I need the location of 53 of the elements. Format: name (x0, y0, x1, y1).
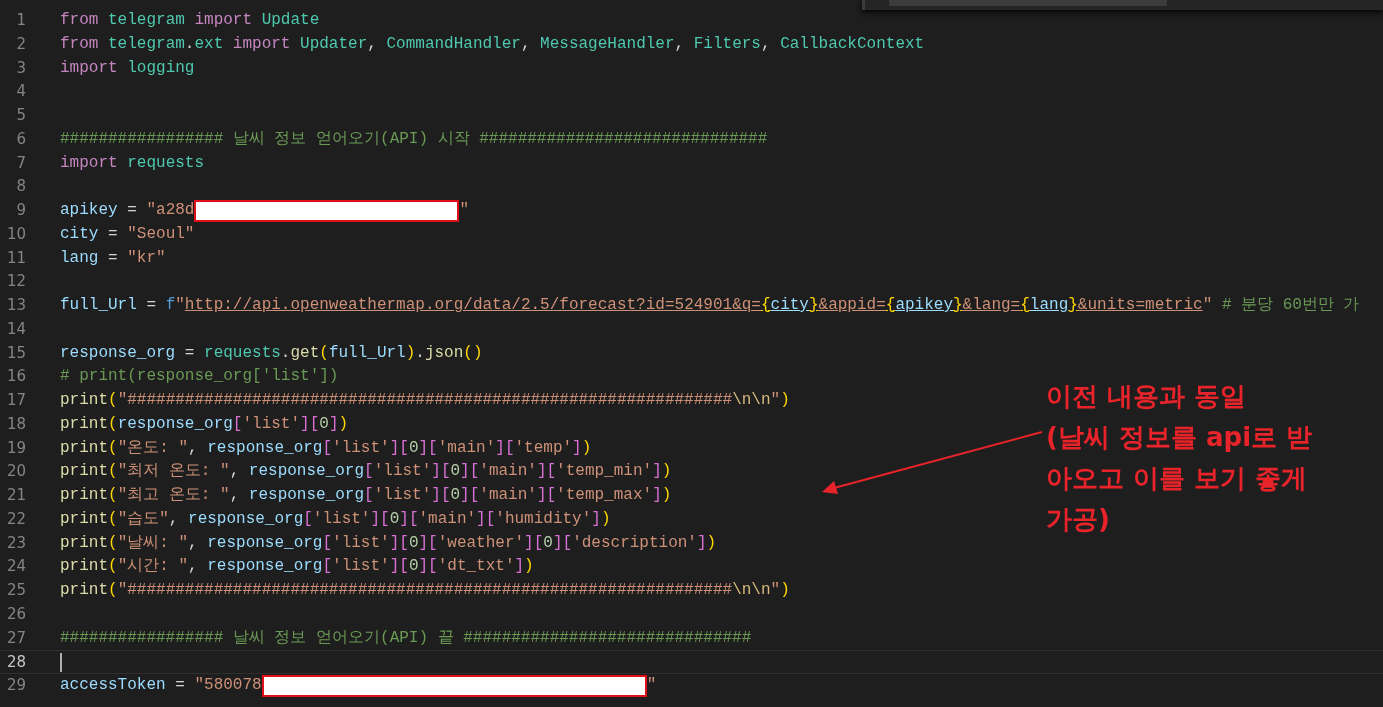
line-number: 15 (5, 342, 26, 364)
code-line: response_org = requests.get(full_Url).json() (60, 342, 483, 364)
line-number: 27 (5, 627, 26, 649)
code-line: print("###############################################################\n\n") (60, 390, 790, 411)
code-line: print("날씨: ", response_org['list'][0]['weather'][0]['description']) (60, 532, 717, 554)
line-number: 26 (5, 603, 26, 625)
code-line: print("시간: ", response_org['list'][0]['dt_txt']) (60, 556, 534, 578)
line-number: 8 (15, 176, 26, 198)
line-number: 22 (5, 508, 26, 530)
line-number: 17 (5, 390, 26, 411)
code-line: print("최저 온도: ", response_org['list'][0]['main']['temp_min']) (60, 461, 672, 483)
line-number: 10 (5, 223, 26, 245)
annotation-text: 이전 내용과 동일 (날씨 정보를 api로 받 아오고 이를 보기 좋게 가공) (1046, 380, 1313, 536)
code-line: print("최고 온도: ", response_org['list'][0]['main']['temp_max']) (60, 485, 672, 506)
line-number: 20 (5, 461, 26, 483)
code-line: ################# 날씨 정보 얻어오기(API) 끝 ############################## (60, 627, 752, 649)
text-cursor (60, 653, 62, 673)
line-number: 9 (15, 200, 26, 221)
line-number: 19 (5, 437, 26, 459)
line-number: 2 (15, 33, 26, 55)
line-number: 16 (5, 366, 26, 388)
line-number: 12 (5, 271, 26, 293)
code-line: # print(response_org['list']) (60, 366, 339, 388)
code-line: city = "Seoul" (60, 223, 195, 245)
code-line: lang = "kr" (60, 247, 166, 269)
code-line: print(response_org['list'][0]) (60, 413, 349, 435)
code-line: print("온도: ", response_org['list'][0]['main']['temp']) (60, 437, 592, 459)
code-line: import requests (60, 152, 205, 174)
line-number: 3 (15, 57, 26, 79)
line-number: 18 (5, 413, 26, 435)
line-number: 24 (5, 556, 26, 578)
line-number: 6 (15, 128, 26, 150)
code-line: print("습도", response_org['list'][0]['main']['humidity']) (60, 508, 611, 530)
line-number: 1 (15, 10, 26, 31)
line-number: 5 (15, 105, 26, 126)
line-number: 13 (5, 295, 26, 316)
line-number: 28 (5, 652, 26, 673)
line-number: 21 (5, 485, 26, 506)
line-number: 14 (5, 318, 26, 340)
code-line: print("###############################################################\n\n") (60, 580, 790, 601)
code-line: import logging (60, 57, 195, 79)
line-number: 23 (5, 532, 26, 554)
code-line: from telegram import Update (60, 10, 320, 31)
code-line: ################# 날씨 정보 얻어오기(API) 시작 ############################## (60, 128, 768, 150)
line-number: 29 (5, 675, 26, 696)
line-number: 4 (15, 81, 26, 103)
line-number: 7 (15, 152, 26, 174)
code-line: from telegram.ext import Updater, CommandHandler, MessageHandler, Filters, CallbackContext (60, 33, 925, 55)
line-number: 25 (5, 580, 26, 601)
code-line: apikey = "a28d " (60, 199, 470, 223)
code-line: accessToken = "580078 " (60, 674, 657, 698)
code-line: full_Url = f"http://api.openweathermap.org/data/2.5/forecast?id=524901&q={city}&appid={apikey}&lang={lang}&units=metric" # 분당 60번만 가 (60, 295, 1360, 316)
line-number: 11 (5, 247, 26, 269)
